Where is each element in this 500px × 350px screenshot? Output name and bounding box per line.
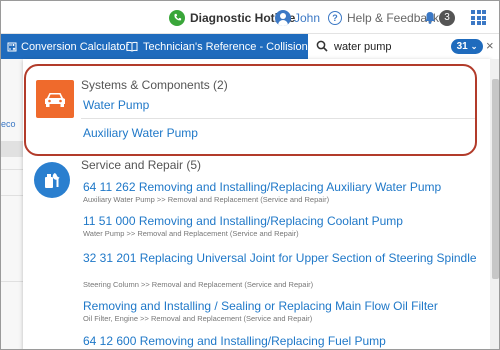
service-result-title[interactable]: Removing and Installing / Sealing or Rep… <box>83 299 478 313</box>
bell-icon <box>425 12 435 24</box>
service-result-path: Oil Filter, Engine >> Removal and Replac… <box>83 314 313 323</box>
user-name: John <box>294 10 321 25</box>
highlight-annotation <box>24 64 477 156</box>
app-window: Diagnostic Hotline John ? Help & Feedbac… <box>0 0 500 350</box>
top-bar: Diagnostic Hotline John ? Help & Feedbac… <box>1 1 499 34</box>
background-tab <box>1 141 23 157</box>
clear-search-icon[interactable]: × <box>486 39 494 53</box>
background-link-fragment: eco <box>1 119 16 129</box>
service-result-title[interactable]: 64 11 262 Removing and Installing/Replac… <box>83 180 478 194</box>
conversion-calculator-label: Conversion Calculator <box>21 40 130 53</box>
phone-icon <box>169 9 185 26</box>
scrollbar-thumb[interactable] <box>492 79 499 279</box>
service-result-title[interactable]: 64 12 600 Removing and Installing/Replac… <box>83 334 478 348</box>
service-result-path: Water Pump >> Removal and Replacement (S… <box>83 229 299 238</box>
search-bar: 31 ⌄ × <box>308 34 499 59</box>
help-feedback-link[interactable]: ? Help & Feedback <box>328 1 439 34</box>
background-divider <box>1 195 23 196</box>
apps-grid-icon[interactable] <box>471 10 486 25</box>
wrench-icon <box>34 162 70 198</box>
background-page-strip: eco <box>1 59 23 349</box>
notification-count-badge: 3 <box>439 9 455 26</box>
background-divider <box>1 169 23 170</box>
service-result-path: Auxiliary Water Pump >> Removal and Repl… <box>83 195 330 204</box>
result-count: 31 <box>456 41 468 52</box>
user-icon <box>275 9 291 26</box>
help-icon: ? <box>328 10 342 25</box>
chevron-down-icon: ⌄ <box>470 42 478 51</box>
user-menu[interactable]: John <box>275 1 320 34</box>
service-result-title[interactable]: 11 51 000 Removing and Installing/Replac… <box>83 214 478 228</box>
background-divider <box>1 281 23 282</box>
conversion-calculator-link[interactable]: Conversion Calculator <box>7 34 129 59</box>
service-result-path: Steering Column >> Removal and Replaceme… <box>83 280 314 289</box>
calculator-icon <box>7 42 17 51</box>
book-icon <box>126 41 138 52</box>
notifications-button[interactable]: 3 <box>424 1 455 34</box>
service-section-title: Service and Repair (5) <box>81 158 202 172</box>
result-count-dropdown[interactable]: 31 ⌄ <box>451 39 483 54</box>
service-result-title[interactable]: 32 31 201 Replacing Universal Joint for … <box>83 251 478 265</box>
technicians-reference-label: Technician's Reference - Collision <box>143 40 308 53</box>
technicians-reference-link[interactable]: Technician's Reference - Collision <box>126 34 308 59</box>
results-scrollbar[interactable] <box>490 59 499 349</box>
search-input[interactable] <box>334 38 444 55</box>
search-icon <box>316 40 328 52</box>
